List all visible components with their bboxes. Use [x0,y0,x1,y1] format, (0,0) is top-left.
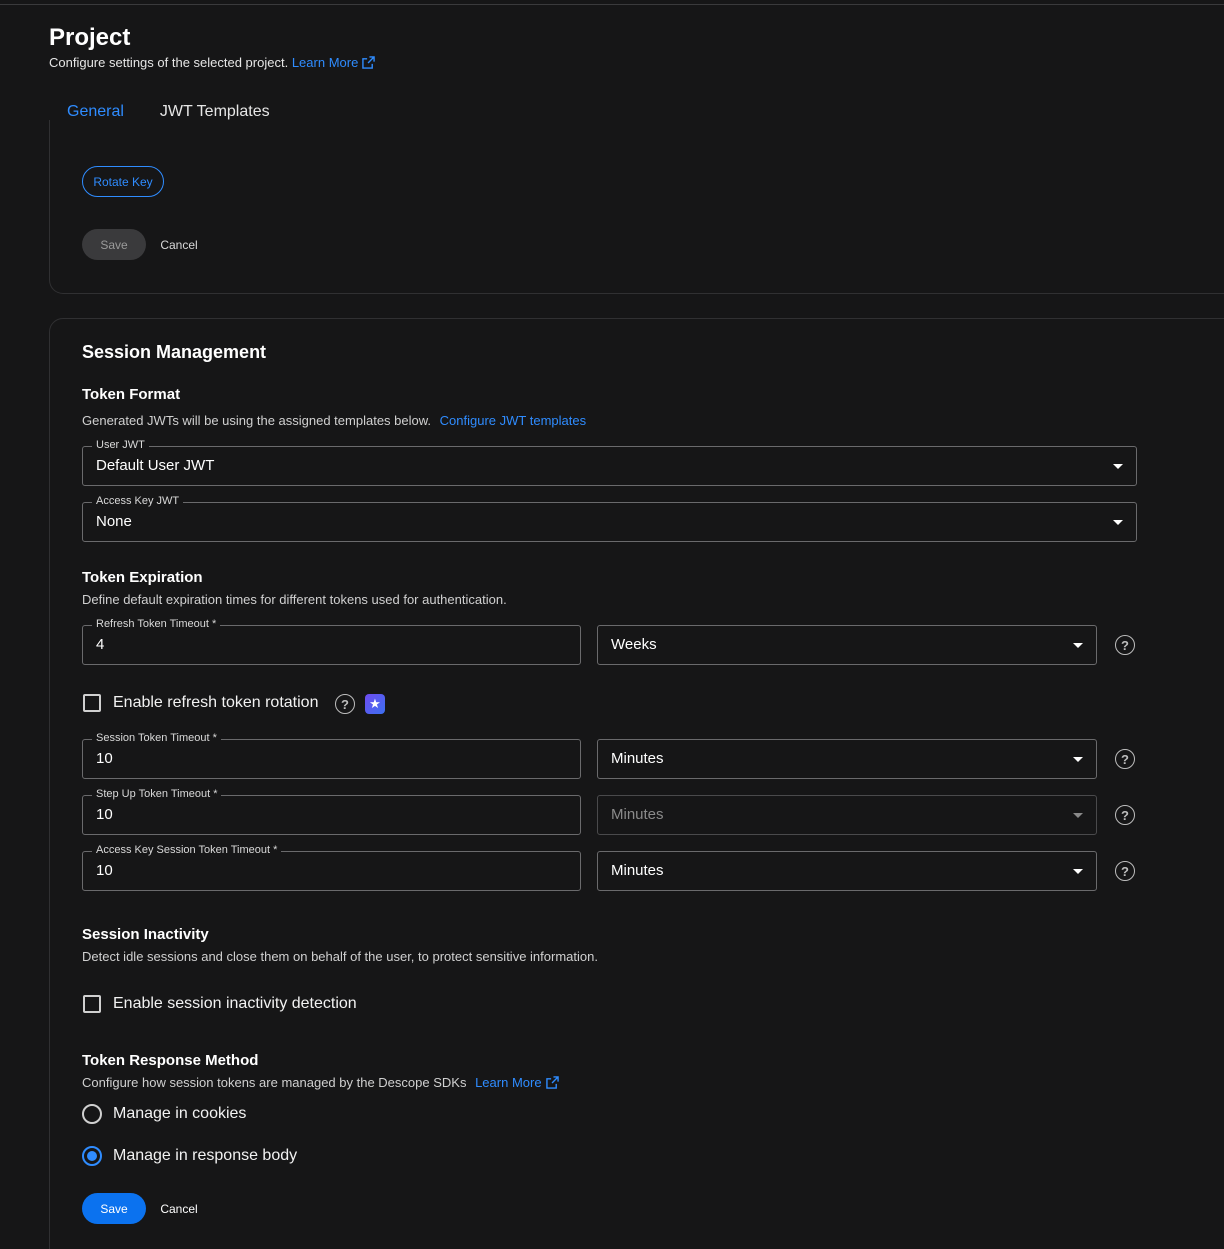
token-response-learn-more-link[interactable]: Learn More [475,1075,559,1090]
token-response-learn-more-label: Learn More [475,1075,542,1090]
radio-manage-in-response-body[interactable] [82,1146,102,1166]
save-button-disabled[interactable]: Save [82,229,146,260]
caret-down-icon [1113,520,1123,525]
token-response-description-text: Configure how session tokens are managed… [82,1075,467,1090]
refresh-token-timeout-value: 4 [96,636,105,653]
session-management-card: Session Management Token Format Generate… [49,318,1224,1249]
session-inactivity-checkbox[interactable] [83,995,101,1013]
refresh-token-unit-select[interactable]: Weeks [597,625,1097,665]
learn-more-label: Learn More [291,55,359,70]
page-title: Project [49,24,131,51]
session-token-unit-value: Minutes [611,750,664,767]
key-settings-card: Rotate Key Save Cancel [49,120,1224,294]
top-divider [0,4,1224,5]
refresh-token-unit-value: Weeks [611,636,657,653]
session-inactivity-description: Detect idle sessions and close them on b… [82,949,598,964]
page-subtitle-text: Configure settings of the selected proje… [49,55,289,70]
star-icon: ★ [365,694,385,714]
external-link-icon [545,1076,559,1089]
step-up-token-timeout-input[interactable]: Step Up Token Timeout * 10 [82,787,581,835]
token-response-description: Configure how session tokens are managed… [82,1075,559,1090]
help-circle-icon[interactable]: ? [1115,749,1135,769]
access-key-jwt-value: None [96,513,132,530]
help-circle-icon[interactable]: ? [1115,635,1135,655]
token-expiration-description: Define default expiration times for diff… [82,592,507,607]
caret-down-icon [1073,869,1083,874]
token-expiration-title: Token Expiration [82,569,203,586]
cancel-button[interactable]: Cancel [150,229,208,260]
user-jwt-label: User JWT [92,438,149,452]
learn-more-link[interactable]: Learn More [291,55,376,70]
caret-down-icon [1073,813,1083,818]
session-management-title: Session Management [82,342,267,362]
help-circle-icon[interactable]: ? [1115,805,1135,825]
manage-in-cookies-label: Manage in cookies [113,1105,247,1122]
external-link-icon [362,56,376,69]
access-key-session-timeout-label: Access Key Session Token Timeout * [92,843,282,857]
help-circle-icon[interactable]: ? [335,694,355,714]
access-key-jwt-label: Access Key JWT [92,494,184,508]
caret-down-icon [1073,643,1083,648]
token-format-title: Token Format [82,386,181,403]
refresh-rotation-checkbox[interactable] [83,694,101,712]
user-jwt-select[interactable]: User JWT Default User JWT [82,438,1137,486]
session-token-timeout-value: 10 [96,750,113,767]
token-format-description-text: Generated JWTs will be using the assigne… [82,413,432,428]
step-up-token-unit-value: Minutes [611,806,664,823]
rotate-key-button[interactable]: Rotate Key [82,166,164,197]
save-button[interactable]: Save [82,1193,146,1224]
token-response-title: Token Response Method [82,1052,259,1069]
radio-manage-in-cookies[interactable] [82,1104,102,1124]
access-key-session-unit-select[interactable]: Minutes [597,851,1097,891]
session-token-timeout-input[interactable]: Session Token Timeout * 10 [82,731,581,779]
access-key-session-timeout-input[interactable]: Access Key Session Token Timeout * 10 [82,843,581,891]
help-circle-icon[interactable]: ? [1115,861,1135,881]
session-token-unit-select[interactable]: Minutes [597,739,1097,779]
access-key-session-timeout-value: 10 [96,862,113,879]
user-jwt-value: Default User JWT [96,457,215,474]
refresh-rotation-label: Enable refresh token rotation [113,694,319,711]
session-token-timeout-label: Session Token Timeout * [92,731,221,745]
refresh-token-timeout-label: Refresh Token Timeout * [92,617,221,631]
refresh-token-timeout-input[interactable]: Refresh Token Timeout * 4 [82,617,581,665]
configure-jwt-templates-link[interactable]: Configure JWT templates [440,413,586,428]
caret-down-icon [1113,464,1123,469]
session-inactivity-label: Enable session inactivity detection [113,995,357,1012]
access-key-jwt-select[interactable]: Access Key JWT None [82,494,1137,542]
page-subtitle: Configure settings of the selected proje… [49,55,376,70]
access-key-session-unit-value: Minutes [611,862,664,879]
caret-down-icon [1073,757,1083,762]
session-inactivity-title: Session Inactivity [82,926,209,943]
cancel-button[interactable]: Cancel [150,1193,208,1224]
manage-in-response-body-label: Manage in response body [113,1147,298,1164]
step-up-token-unit-select[interactable]: Minutes [597,795,1097,835]
step-up-token-timeout-label: Step Up Token Timeout * [92,787,222,801]
step-up-token-timeout-value: 10 [96,806,113,823]
token-format-description: Generated JWTs will be using the assigne… [82,413,586,428]
